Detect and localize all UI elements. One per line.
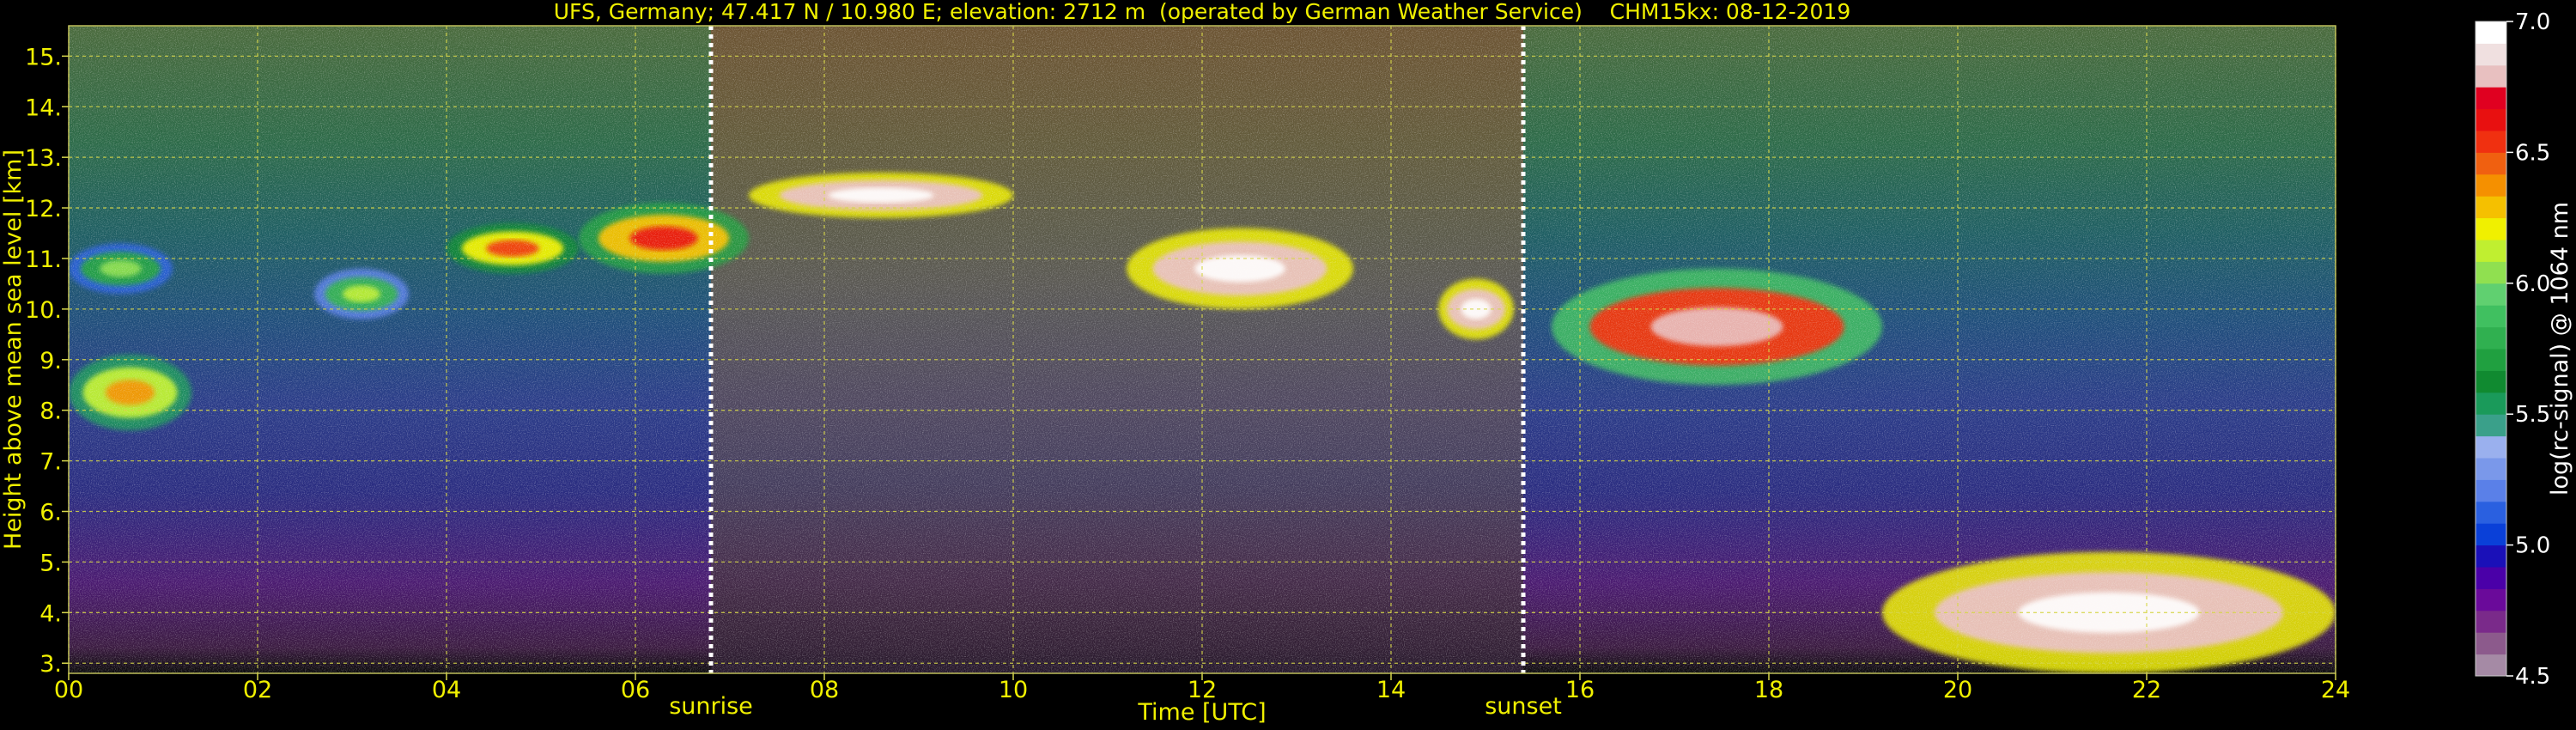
colorbar-cell: [2476, 544, 2506, 568]
colorbar-cell: [2476, 87, 2506, 110]
x-tick-label: 04: [432, 677, 461, 703]
colorbar-tick-label: 5.0: [2515, 533, 2550, 559]
colorbar-cell: [2476, 654, 2506, 677]
sun-labels: sunrise sunset: [669, 693, 1562, 720]
x-tick-label: 22: [2132, 677, 2161, 703]
y-tick-label: 6.: [39, 500, 62, 526]
x-tick-label: 00: [54, 677, 83, 703]
colorbar-cell: [2476, 588, 2506, 611]
x-tick-label: 02: [243, 677, 272, 703]
y-axis-ticks: 3. 4. 5. 6. 7. 8. 9. 10. 11. 12. 13. 14. 15.: [25, 44, 69, 678]
x-tick-label: 08: [810, 677, 839, 703]
colorbar-cell: [2476, 196, 2506, 219]
y-tick-label: 13.: [25, 145, 62, 172]
y-tick-label: 15.: [25, 44, 62, 70]
colorbar-cells: [2476, 21, 2506, 677]
colorbar-cell: [2476, 479, 2506, 502]
x-tick-label: 18: [1754, 677, 1783, 703]
lidar-ceilometer-chart: 00 02 04 06 08 10 12 14 16 18 20 22 24 3.4.5.6.7.8.9…: [0, 0, 2573, 726]
colorbar-cell: [2476, 326, 2506, 350]
x-tick-label: 14: [1376, 677, 1406, 703]
colorbar-label: log(rc-signal) @ 1064 nm: [2547, 202, 2573, 496]
colorbar: 4.5 5.0 5.5 6.0 6.5 7.0 log(rc-signal) @ 1064…: [2475, 9, 2573, 690]
colorbar-cell: [2476, 458, 2506, 480]
y-tick-label: 4.: [39, 600, 62, 627]
colorbar-cell: [2476, 283, 2506, 306]
colorbar-tick-label: 4.5: [2515, 664, 2550, 690]
y-tick-label: 9.: [39, 348, 62, 374]
colorbar-cell: [2476, 349, 2506, 371]
colorbar-cell: [2476, 64, 2506, 88]
chart-title: UFS, Germany; 47.417 N / 10.980 E; eleva…: [554, 0, 1850, 24]
plot-area: [68, 25, 2336, 674]
colorbar-cell: [2476, 43, 2506, 66]
y-tick-label: 5.: [39, 550, 62, 576]
colorbar-ticks: 4.5 5.0 5.5 6.0 6.5 7.0: [2506, 9, 2550, 690]
y-tick-label: 8.: [39, 398, 62, 425]
colorbar-cell: [2476, 21, 2506, 44]
colorbar-tick-label: 6.0: [2515, 271, 2550, 297]
colorbar-cell: [2476, 305, 2506, 328]
colorbar-cell: [2476, 392, 2506, 415]
colorbar-cell: [2476, 131, 2506, 153]
y-tick-label: 7.: [39, 449, 62, 476]
colorbar-tick-label: 5.5: [2515, 402, 2550, 428]
colorbar-cell: [2476, 261, 2506, 284]
colorbar-cell: [2476, 240, 2506, 262]
colorbar-cell: [2476, 414, 2506, 437]
y-tick-label: 3.: [39, 651, 62, 678]
y-axis-label: Height above mean sea level [km]: [0, 149, 27, 550]
colorbar-tick-label: 7.0: [2515, 9, 2550, 35]
x-axis-label: Time [UTC]: [1137, 699, 1266, 726]
colorbar-cell: [2476, 501, 2506, 524]
sun-marker-label: sunset: [1485, 693, 1562, 720]
x-tick-label: 10: [999, 677, 1028, 703]
colorbar-cell: [2476, 632, 2506, 655]
colorbar-cell: [2476, 108, 2506, 131]
x-tick-label: 06: [621, 677, 650, 703]
y-tick-label: 10.: [25, 297, 62, 324]
colorbar-cell: [2476, 152, 2506, 175]
y-tick-label: 14.: [25, 94, 62, 121]
colorbar-tick-label: 6.5: [2515, 140, 2550, 166]
sun-marker-label: sunrise: [669, 693, 753, 720]
colorbar-cell: [2476, 567, 2506, 589]
colorbar-cell: [2476, 435, 2506, 459]
y-tick-label: 11.: [25, 246, 62, 273]
colorbar-cell: [2476, 370, 2506, 393]
colorbar-cell: [2476, 523, 2506, 546]
x-tick-label: 20: [1943, 677, 1972, 703]
colorbar-cell: [2476, 173, 2506, 197]
colorbar-cell: [2476, 217, 2506, 240]
x-tick-label: 24: [2321, 677, 2350, 703]
x-tick-label: 16: [1565, 677, 1595, 703]
y-tick-label: 12.: [25, 196, 62, 222]
colorbar-cell: [2476, 610, 2506, 633]
